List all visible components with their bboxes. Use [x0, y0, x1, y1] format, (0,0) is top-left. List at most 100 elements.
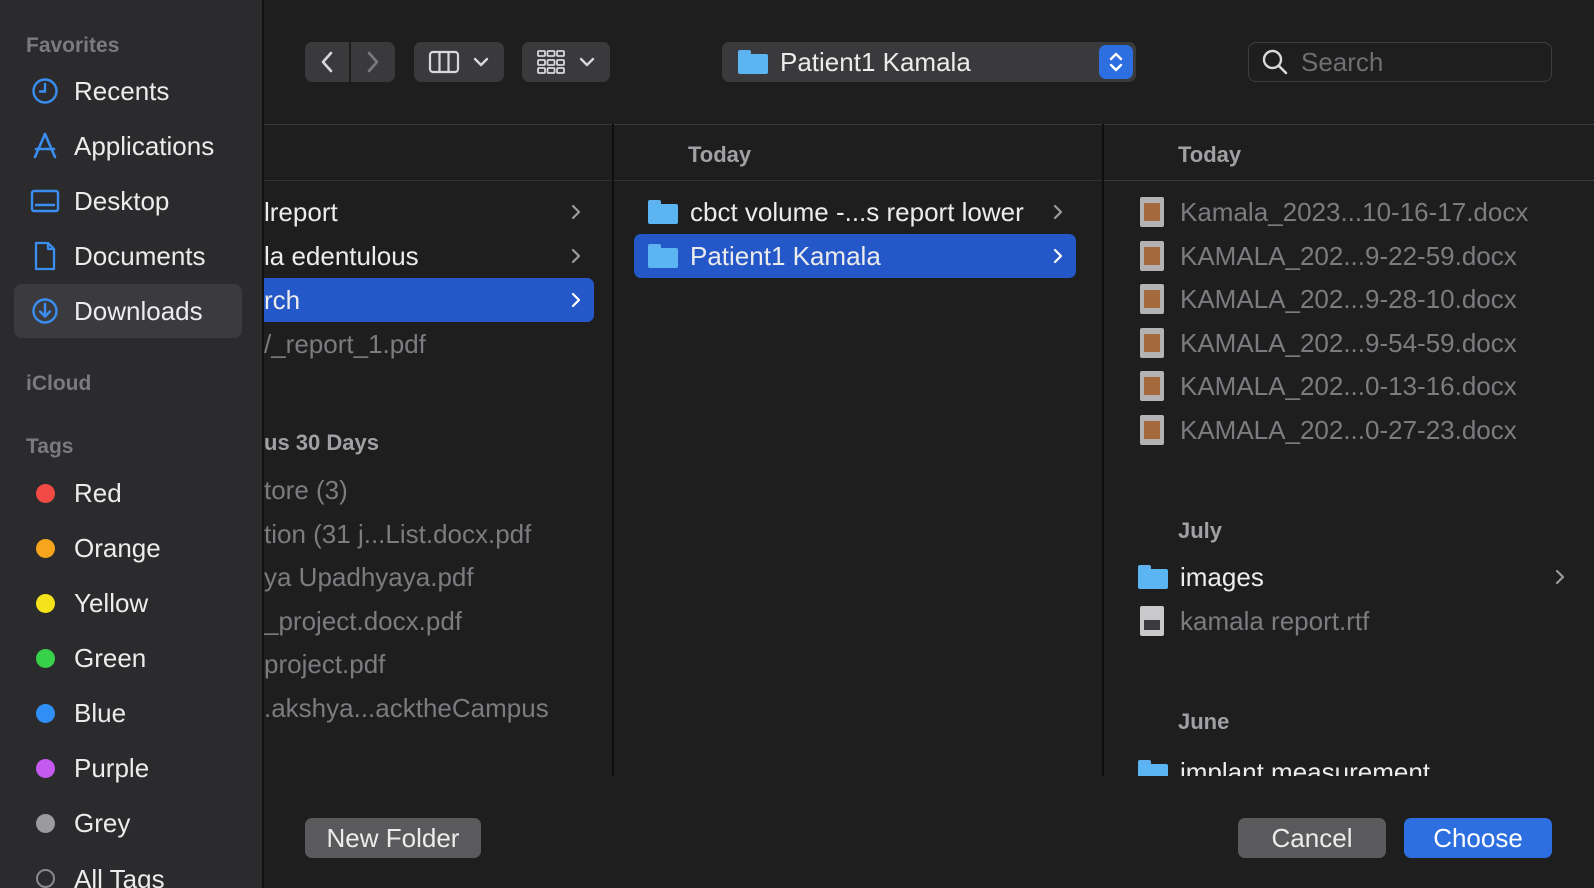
- folder-icon: [648, 200, 678, 224]
- tag-color-dot: [36, 538, 55, 558]
- chevron-down-icon: [473, 57, 489, 67]
- tag-yellow[interactable]: Yellow: [14, 576, 242, 630]
- tag-red[interactable]: Red: [14, 466, 242, 520]
- column-row[interactable]: lreport: [264, 190, 594, 234]
- file-row[interactable]: KAMALA_202...0-13-16.docx: [1140, 364, 1517, 408]
- folder-row[interactable]: implant measurement: [1138, 750, 1578, 776]
- sidebar-item-downloads[interactable]: Downloads: [14, 284, 242, 338]
- word-document-icon: [1140, 197, 1164, 227]
- tag-label: Yellow: [74, 587, 149, 618]
- bottom-bar: New Folder Cancel Choose: [264, 776, 1594, 888]
- column-header: Today: [1178, 142, 1242, 167]
- row-label: KAMALA_202...9-54-59.docx: [1180, 327, 1517, 358]
- chevron-down-icon: [579, 57, 595, 67]
- all-tags-icon: [36, 869, 55, 888]
- location-popup[interactable]: Patient1 Kamala: [722, 42, 1136, 82]
- row-label: project.pdf: [264, 648, 386, 679]
- section-header: July: [1178, 518, 1223, 543]
- row-label: tore (3): [264, 474, 348, 505]
- file-row[interactable]: KAMALA_202...9-22-59.docx: [1140, 234, 1517, 278]
- row-label: tion (31 j...List.docx.pdf: [264, 518, 532, 549]
- folder-row[interactable]: images: [1138, 555, 1578, 599]
- column-row[interactable]: ya Upadhyaya.pdf: [264, 555, 474, 599]
- rtf-document-icon: [1140, 606, 1164, 636]
- sidebar-section-favorites: Favorites: [26, 34, 120, 57]
- row-label: rch: [264, 284, 301, 315]
- search-field[interactable]: [1248, 42, 1552, 82]
- column-header-divider: [1104, 180, 1594, 181]
- grid-icon: [537, 50, 565, 74]
- tag-orange[interactable]: Orange: [14, 521, 242, 575]
- sidebar-item-documents[interactable]: Documents: [14, 229, 242, 283]
- sidebar-item-label: Documents: [74, 240, 206, 271]
- clock-icon: [30, 76, 60, 106]
- column-row[interactable]: .akshya...acktheCampus: [264, 686, 549, 730]
- browser-column-3: Today Kamala_2023...10-16-17.docx KAMALA…: [1104, 124, 1594, 776]
- row-label: Kamala_2023...10-16-17.docx: [1180, 196, 1529, 227]
- row-label: la edentulous: [264, 240, 419, 271]
- word-document-icon: [1140, 328, 1164, 358]
- file-row[interactable]: KAMALA_202...9-54-59.docx: [1140, 321, 1517, 365]
- row-label: KAMALA_202...9-22-59.docx: [1180, 240, 1517, 271]
- column-row[interactable]: project.pdf: [264, 642, 385, 686]
- sidebar-item-recents[interactable]: Recents: [14, 64, 242, 118]
- file-row[interactable]: KAMALA_202...0-27-23.docx: [1140, 408, 1517, 452]
- tag-all-tags[interactable]: All Tags: [14, 851, 242, 888]
- tag-blue[interactable]: Blue: [14, 686, 242, 740]
- row-label: KAMALA_202...9-28-10.docx: [1180, 283, 1517, 314]
- sidebar-item-label: Desktop: [74, 185, 170, 216]
- tag-color-dot: [36, 483, 55, 503]
- new-folder-button[interactable]: New Folder: [305, 818, 481, 858]
- back-button[interactable]: [305, 42, 349, 82]
- word-document-icon: [1140, 415, 1164, 445]
- row-label: .akshya...acktheCampus: [264, 692, 549, 723]
- sidebar: Favorites Recents Applications Desktop D…: [0, 0, 264, 888]
- view-mode-button[interactable]: [414, 42, 504, 82]
- tag-green[interactable]: Green: [14, 631, 242, 685]
- search-input[interactable]: [1299, 45, 1543, 79]
- tag-label: Grey: [74, 807, 131, 838]
- chevron-right-icon: [1053, 204, 1063, 220]
- chevron-left-icon: [321, 51, 333, 73]
- folder-icon: [1138, 760, 1168, 776]
- column-row[interactable]: /_report_1.pdf: [264, 322, 594, 366]
- column-header-divider: [614, 180, 1102, 181]
- sidebar-item-applications[interactable]: Applications: [14, 119, 242, 173]
- column-row-selected[interactable]: rch: [264, 278, 594, 322]
- file-row[interactable]: KAMALA_202...9-28-10.docx: [1140, 277, 1517, 321]
- applications-icon: [30, 131, 60, 161]
- toolbar: Patient1 Kamala: [264, 0, 1594, 124]
- file-row[interactable]: Kamala_2023...10-16-17.docx: [1140, 190, 1528, 234]
- column-row-selected[interactable]: Patient1 Kamala: [634, 234, 1076, 278]
- section-header: us 30 Days: [264, 430, 379, 455]
- group-by-button[interactable]: [522, 42, 610, 82]
- cancel-button[interactable]: Cancel: [1238, 818, 1386, 858]
- word-document-icon: [1140, 284, 1164, 314]
- row-label: /_report_1.pdf: [264, 328, 426, 359]
- chevron-right-icon: [367, 51, 379, 73]
- column-header-divider: [264, 180, 616, 181]
- sidebar-section-tags[interactable]: Tags: [26, 435, 73, 459]
- tag-color-dot: [36, 593, 55, 613]
- location-name: Patient1 Kamala: [780, 46, 971, 77]
- forward-button[interactable]: [351, 42, 395, 82]
- tag-color-dot: [36, 813, 55, 833]
- column-row[interactable]: la edentulous: [264, 234, 594, 278]
- tag-label: Purple: [74, 752, 150, 783]
- column-row[interactable]: _project.docx.pdf: [264, 599, 462, 643]
- row-label: images: [1180, 561, 1264, 592]
- column-row[interactable]: tion (31 j...List.docx.pdf: [264, 512, 531, 556]
- choose-button[interactable]: Choose: [1404, 818, 1552, 858]
- file-row[interactable]: kamala report.rtf: [1140, 599, 1369, 643]
- sidebar-item-desktop[interactable]: Desktop: [14, 174, 242, 228]
- row-label: cbct volume -...s report lower: [690, 196, 1024, 227]
- chevron-right-icon: [571, 292, 581, 308]
- desktop-icon: [30, 186, 60, 216]
- folder-icon: [648, 244, 678, 268]
- column-row[interactable]: tore (3): [264, 468, 348, 512]
- sidebar-section-icloud[interactable]: iCloud: [26, 372, 91, 396]
- column-row[interactable]: cbct volume -...s report lower: [634, 190, 1076, 234]
- tag-grey[interactable]: Grey: [14, 796, 242, 850]
- tag-purple[interactable]: Purple: [14, 741, 242, 795]
- tag-label: Green: [74, 642, 147, 673]
